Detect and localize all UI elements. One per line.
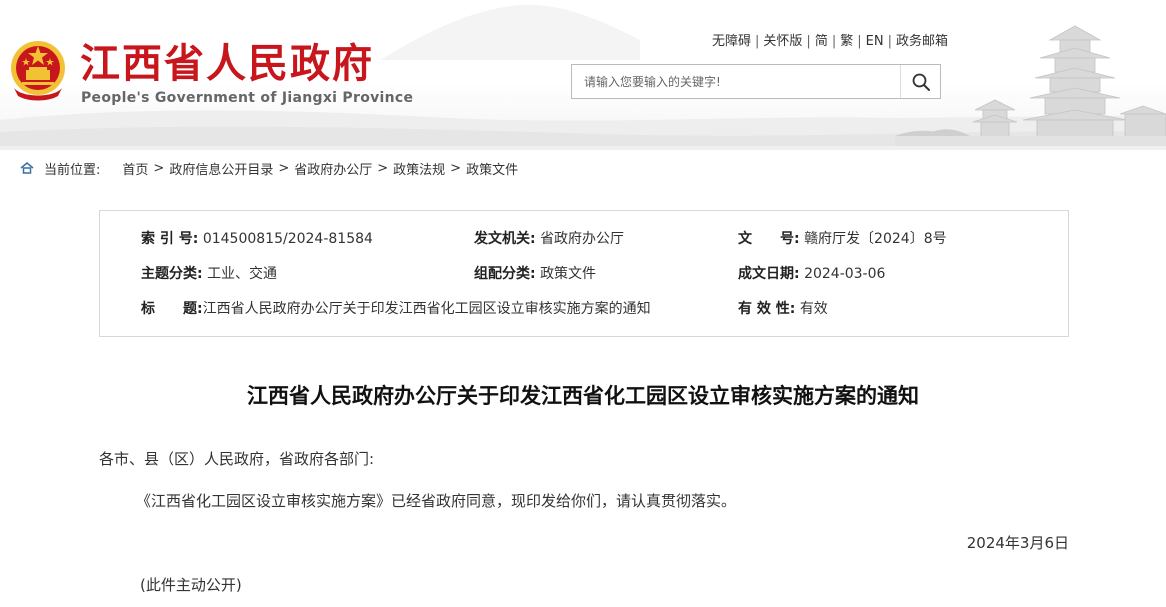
breadcrumb-label: 当前位置:: [44, 162, 101, 178]
info-label: 成文日期:: [738, 266, 800, 282]
divider: |: [755, 34, 760, 49]
info-value: 2024-03-06: [804, 266, 886, 282]
article-body: 《江西省化工园区设立审核实施方案》已经省政府同意，现印发给你们，请认真贯彻落实。: [136, 492, 737, 510]
info-category: 组配分类: 政策文件: [474, 265, 596, 283]
info-doc-no: 文 号: 赣府厅发〔2024〕8号: [738, 230, 947, 248]
info-validity: 有 效 性: 有效: [738, 300, 828, 318]
top-link-english[interactable]: EN: [866, 34, 884, 49]
breadcrumb-separator: >: [278, 160, 290, 176]
info-value: 江西省人民政府办公厅关于印发江西省化工园区设立审核实施方案的通知: [202, 301, 651, 317]
info-label: 主题分类:: [141, 266, 203, 282]
info-label: 文 号:: [738, 231, 800, 247]
site-title[interactable]: 江西省人民政府: [80, 40, 374, 88]
info-label: 标 题:: [141, 301, 203, 317]
divider: |: [806, 34, 811, 49]
info-value: 有效: [799, 301, 828, 317]
header-divider: [0, 146, 1166, 150]
breadcrumb-general-office[interactable]: 省政府办公厅: [294, 159, 372, 178]
info-value: 政策文件: [540, 266, 597, 282]
site-header: 江西省人民政府 People's Government of Jiangxi P…: [0, 0, 1166, 150]
article-title: 江西省人民政府办公厅关于印发江西省化工园区设立审核实施方案的通知: [247, 384, 919, 408]
info-label: 索 引 号:: [141, 231, 199, 247]
breadcrumb-info-disclosure[interactable]: 政府信息公开目录: [169, 159, 273, 178]
info-value: 014500815/2024-81584: [202, 231, 373, 247]
top-link-accessibility[interactable]: 无障碍: [712, 34, 751, 49]
breadcrumb-policies-regulations[interactable]: 政策法规: [393, 159, 445, 178]
breadcrumb: 当前位置: 首页 > 政府信息公开目录 > 省政府办公厅 > 政策法规 > 政策…: [20, 159, 518, 178]
info-index-no: 索 引 号: 014500815/2024-81584: [141, 230, 373, 248]
breadcrumb-home[interactable]: 首页: [122, 159, 148, 178]
breadcrumb-separator: >: [153, 160, 165, 176]
search-input[interactable]: [572, 65, 900, 98]
breadcrumb-separator: >: [450, 160, 462, 176]
info-label: 发文机关:: [474, 231, 536, 247]
divider: |: [831, 34, 837, 49]
national-emblem-icon: [11, 41, 65, 101]
info-label: 有 效 性:: [738, 301, 796, 317]
pagoda-illustration: [895, 25, 1166, 148]
site-subtitle: People's Government of Jiangxi Province: [81, 90, 414, 106]
search-box: [571, 64, 941, 99]
info-value: 工业、交通: [207, 266, 278, 282]
breadcrumb-separator: >: [377, 160, 389, 176]
top-link-traditional[interactable]: 繁: [840, 34, 853, 49]
home-icon: [20, 162, 34, 174]
breadcrumb-policy-documents[interactable]: 政策文件: [466, 159, 518, 178]
info-topic: 主题分类: 工业、交通: [141, 265, 277, 283]
divider: |: [857, 34, 862, 49]
info-title: 标 题:江西省人民政府办公厅关于印发江西省化工园区设立审核实施方案的通知: [141, 300, 651, 318]
article-date: 2024年3月6日: [966, 534, 1069, 552]
info-value: 省政府办公厅: [540, 231, 625, 247]
top-link-care-version[interactable]: 关怀版: [763, 34, 802, 49]
article-salutation: 各市、县（区）人民政府，省政府各部门:: [99, 450, 375, 468]
top-link-simplified[interactable]: 简: [815, 34, 828, 49]
info-value: 赣府厅发〔2024〕8号: [804, 231, 947, 247]
info-date: 成文日期: 2024-03-06: [738, 265, 885, 283]
info-label: 组配分类:: [474, 266, 536, 282]
info-issuer: 发文机关: 省政府办公厅: [474, 230, 624, 248]
article-public-note: (此件主动公开): [140, 576, 242, 594]
divider: |: [887, 34, 892, 49]
document-info-box: 索 引 号: 014500815/2024-81584 发文机关: 省政府办公厅…: [99, 210, 1069, 337]
